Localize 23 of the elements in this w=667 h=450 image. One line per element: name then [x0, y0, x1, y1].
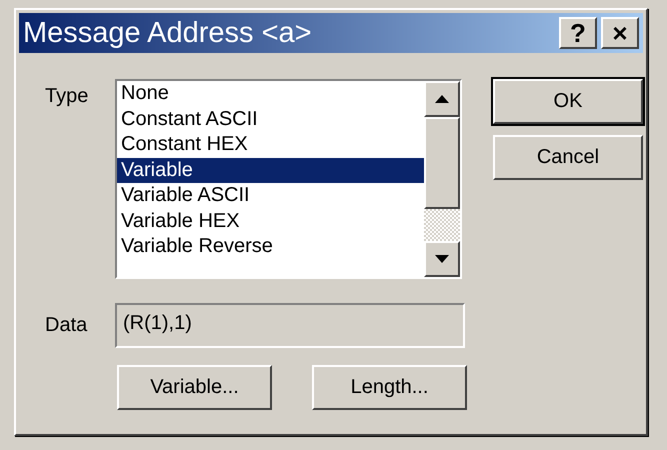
down-arrow-icon [435, 255, 449, 263]
scroll-up-button[interactable] [424, 81, 460, 117]
scroll-thumb[interactable] [424, 117, 460, 209]
list-item[interactable]: Variable Reverse [117, 234, 424, 260]
help-button[interactable]: ? [559, 17, 597, 49]
ok-button[interactable]: OK [493, 79, 643, 124]
data-label: Data [45, 314, 88, 337]
cancel-button[interactable]: Cancel [493, 135, 643, 180]
length-button[interactable]: Length... [312, 365, 467, 410]
list-item[interactable]: Constant HEX [117, 132, 424, 158]
close-button[interactable]: × [601, 17, 639, 49]
type-listbox[interactable]: None Constant ASCII Constant HEX Variable Variable ASCII Variable HEX Variable Reverse [115, 79, 462, 279]
variable-button[interactable]: Variable... [117, 365, 272, 410]
scroll-down-button[interactable] [424, 241, 460, 277]
window-title: Message Address <a> [23, 16, 312, 50]
up-arrow-icon [435, 95, 449, 103]
list-item[interactable]: Constant ASCII [117, 106, 424, 132]
type-label: Type [45, 84, 90, 109]
list-item[interactable]: Variable HEX [117, 208, 424, 234]
scrollbar[interactable] [424, 81, 460, 277]
list-item[interactable]: Variable [117, 158, 424, 183]
list-item[interactable]: Variable ASCII [117, 183, 424, 208]
list-item[interactable]: None [117, 81, 424, 106]
